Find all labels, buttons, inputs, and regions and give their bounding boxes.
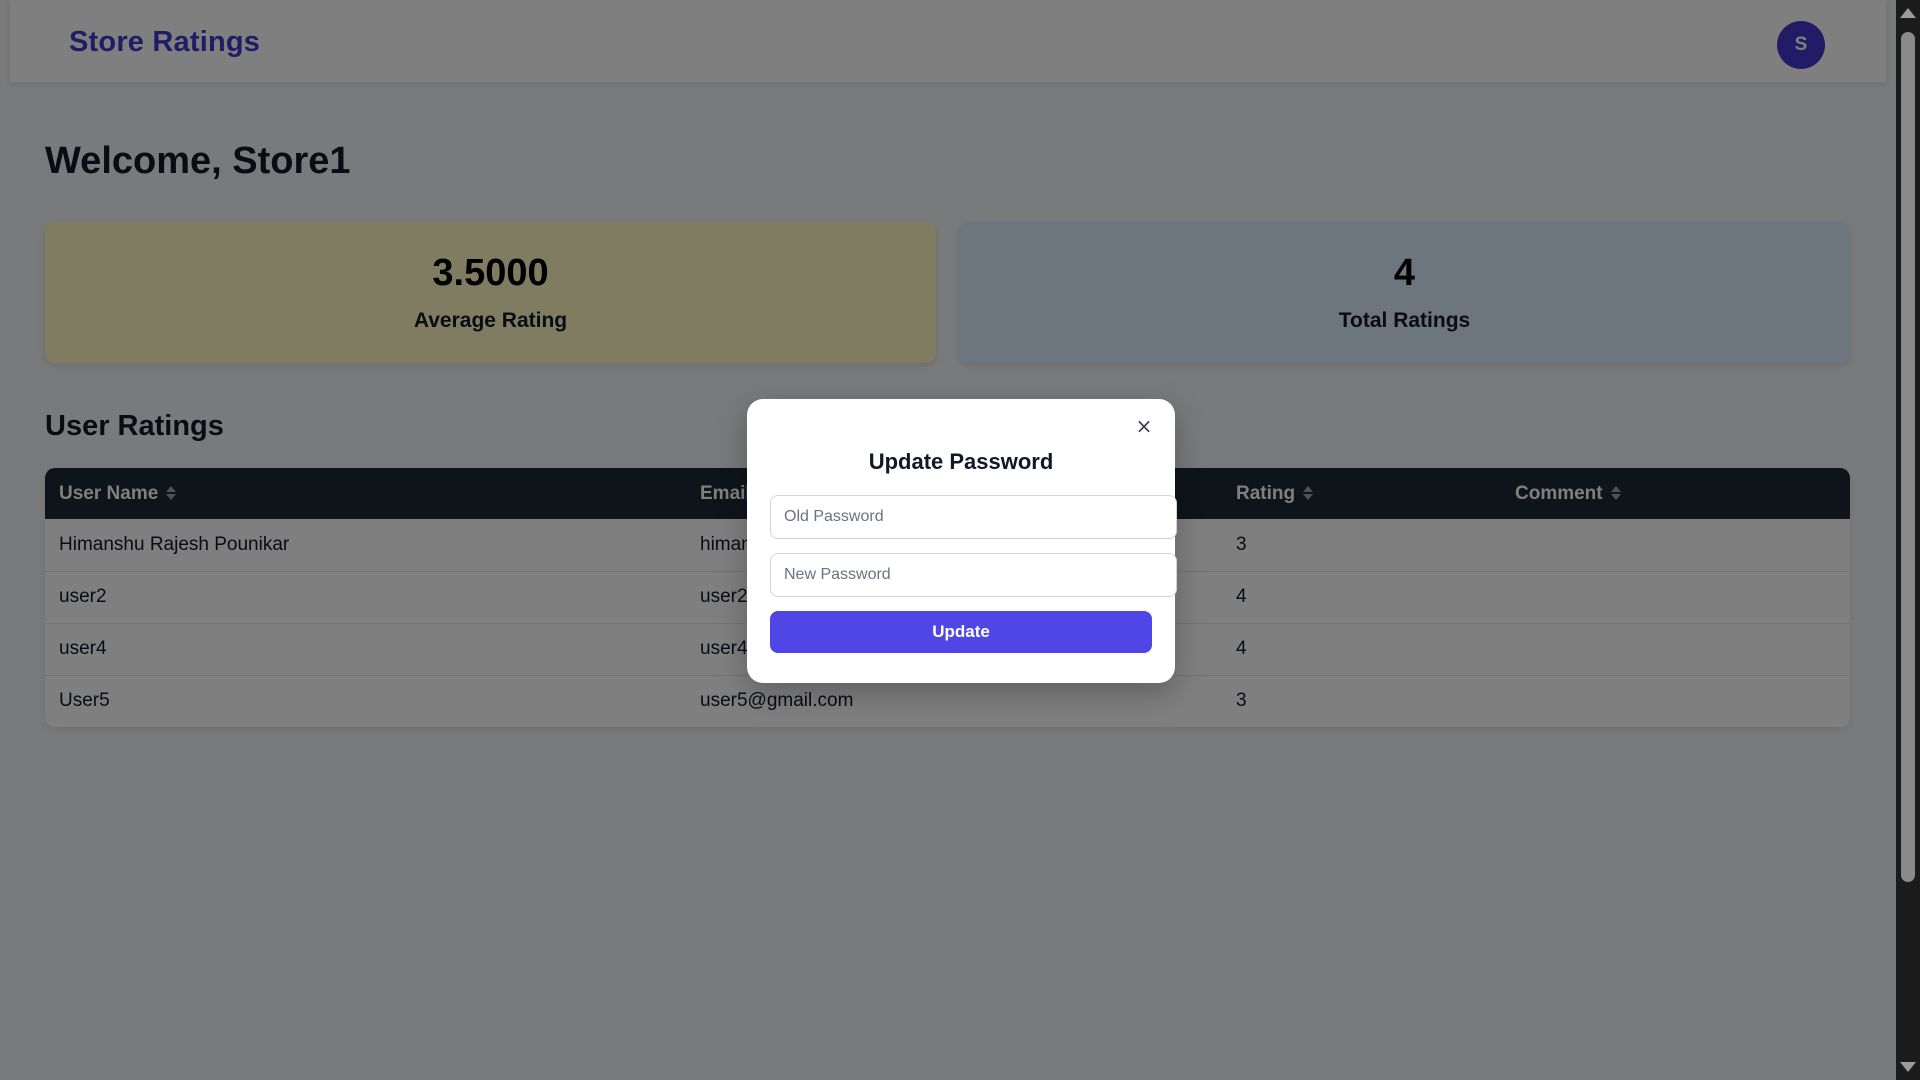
vertical-scrollbar[interactable]: [1896, 0, 1920, 1080]
update-button[interactable]: Update: [770, 611, 1152, 653]
scroll-thumb[interactable]: [1901, 32, 1915, 882]
new-password-input[interactable]: [770, 553, 1177, 597]
old-password-input[interactable]: [770, 495, 1177, 539]
update-password-modal: × Update Password Update: [747, 399, 1177, 683]
modal-title: Update Password: [868, 449, 1054, 474]
scroll-down-arrow-icon[interactable]: [1900, 1062, 1916, 1072]
scroll-up-arrow-icon[interactable]: [1900, 8, 1916, 18]
close-icon[interactable]: ×: [1132, 414, 1156, 438]
